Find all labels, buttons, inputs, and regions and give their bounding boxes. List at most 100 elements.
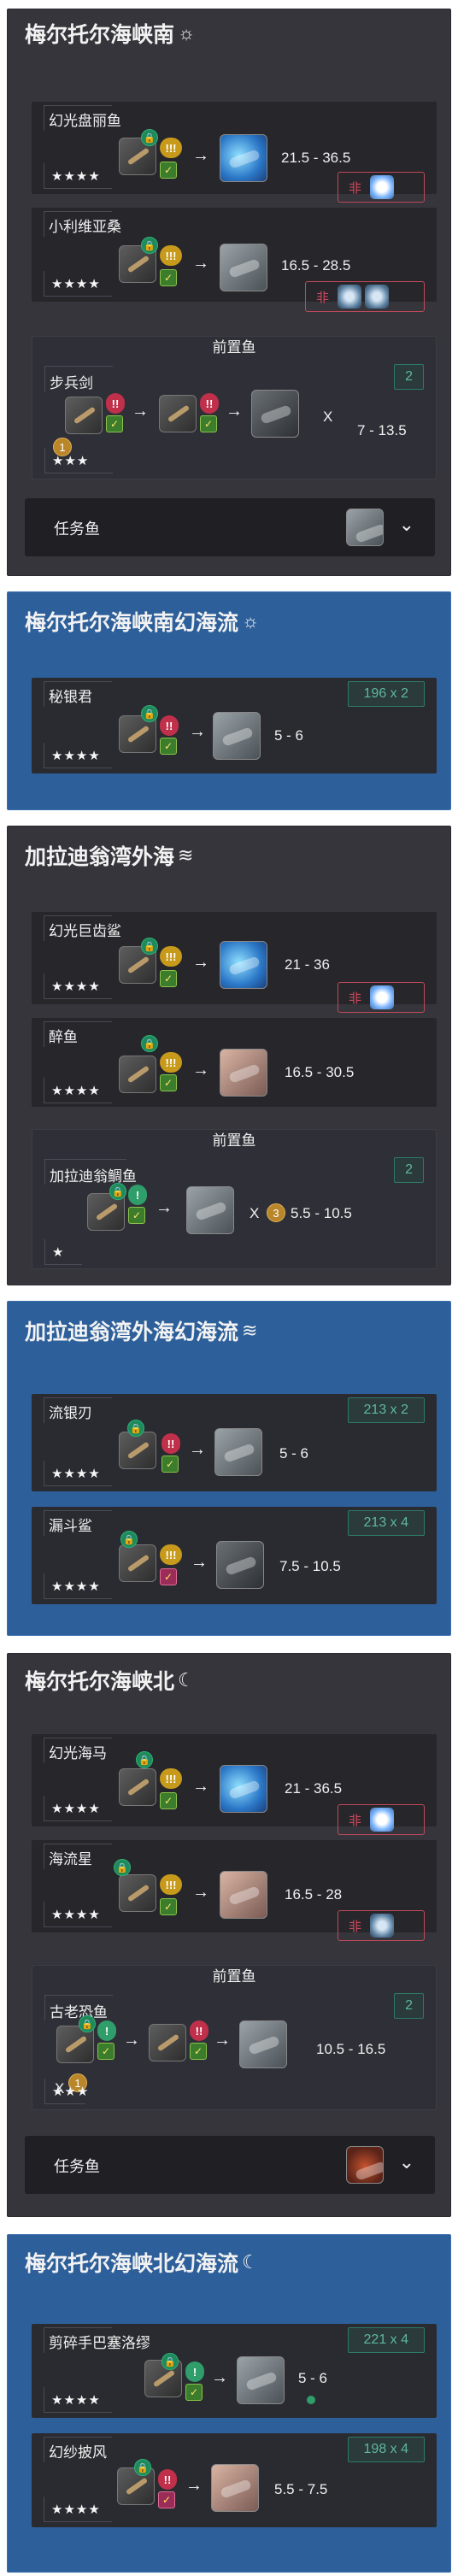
fish-card[interactable]: 幻光盘丽鱼 ★★★★ 🔒 !!! ✓ → 21.5 - 36.5 非 — [32, 102, 437, 203]
arrow-icon: → — [192, 146, 209, 165]
lock-icon: 🔒 — [141, 938, 158, 955]
bite-time-range: 10.5 - 16.5 — [316, 2041, 386, 2057]
task-fish-row[interactable]: 任务鱼 ⌄ — [25, 2136, 435, 2194]
fish-stars: ★★★★ — [44, 1902, 112, 1927]
fish-card[interactable]: 221 x 4 剪碎手巴塞洛缪 ★★★★ 🔒 ! ✓ → 5 - 6 — [32, 2324, 437, 2418]
section-title-text: 梅尔托尔海峡南幻海流 — [25, 611, 239, 635]
fish-stars: ★★★★ — [44, 973, 112, 999]
fish-name: 海流星 — [49, 1851, 92, 1867]
weather-condition[interactable]: 非 — [305, 281, 425, 312]
lock-icon: 🔒 — [109, 1183, 126, 1200]
task-fish-row[interactable]: 任务鱼 ⌄ — [25, 498, 435, 556]
tug-icon: !!! — [160, 1768, 182, 1789]
chevron-down-icon[interactable]: ⌄ — [399, 514, 414, 536]
bite-time-range: 5.5 - 7.5 — [274, 2481, 328, 2497]
fish-card[interactable]: 213 x 2 流银刃 ★★★★ 🔒 !! ✓ → 5 - 6 — [32, 1394, 437, 1491]
fish-card[interactable]: 198 x 4 幻纱披风 ★★★★ 🔒 !! ✓ → 5.5 - 7.5 — [32, 2433, 437, 2527]
fish-name: 幻光巨齿鲨 — [49, 923, 121, 939]
fish-stars: ★★★★ — [44, 1461, 112, 1486]
task-label: 任务鱼 — [54, 520, 100, 538]
fish-image — [216, 1541, 264, 1589]
storm-weather-icon — [370, 1914, 395, 1938]
clear-weather-icon — [370, 1808, 395, 1832]
hook-icon: ✓ — [160, 970, 177, 987]
fish-name: 古老恐鱼 — [50, 2004, 108, 2020]
weather-condition[interactable]: 非 — [338, 1910, 425, 1941]
weather-condition[interactable]: 非 — [338, 172, 425, 203]
fish-image — [186, 1186, 234, 1234]
fish-card[interactable]: 213 x 4 漏斗鲨 ★★★★ 🔒 !!! ✓ → 7.5 - 10.5 — [32, 1507, 437, 1604]
arrow-icon: → — [189, 722, 206, 741]
arrow-icon: → — [192, 254, 209, 273]
not-label: 非 — [349, 1919, 362, 1934]
section-galadion-bay-spectral: 加拉迪翁湾外海幻海流 ≋ 213 x 2 流银刃 ★★★★ 🔒 !! ✓ → 5… — [7, 1301, 451, 1636]
tug-icon: ! — [185, 2361, 204, 2382]
section-merlthor-south: 梅尔托尔海峡南 ☼ 幻光盘丽鱼 ★★★★ 🔒 !!! ✓ → 21.5 - 36… — [7, 9, 451, 576]
arrow-icon: → — [226, 402, 243, 421]
fish-card[interactable]: 幻光巨齿鲨 ★★★★ 🔒 !!! ✓ → 21 - 36 非 — [32, 912, 437, 1013]
weather-condition[interactable]: 非 — [338, 1804, 425, 1835]
fish-image — [214, 1428, 262, 1476]
bait-icon — [119, 1768, 156, 1806]
section-title: 梅尔托尔海峡南 ☼ — [8, 9, 450, 57]
lock-icon: 🔒 — [114, 1859, 131, 1876]
bite-time-range: 21.5 - 36.5 — [281, 150, 351, 166]
tug-icon: !! — [160, 715, 179, 736]
arrow-icon: → — [192, 1777, 209, 1796]
multiplier-x: X — [250, 1205, 260, 1221]
fish-card[interactable]: 醉鱼 ★★★★ 🔒 !!! ✓ → 16.5 - 30.5 — [32, 1018, 437, 1107]
arrow-icon: → — [192, 1883, 209, 1902]
tug-icon: !! — [158, 2469, 177, 2490]
coin-icon: 3 — [267, 1203, 285, 1222]
arrow-icon: → — [211, 2368, 228, 2387]
lock-icon: 🔒 — [127, 1420, 144, 1437]
chevron-down-icon[interactable]: ⌄ — [399, 2151, 414, 2173]
fog-icon: ≋ — [178, 844, 194, 866]
fish-image — [239, 2020, 287, 2068]
fish-card[interactable]: 海流星 ★★★★ 🔒 !!! ✓ → 16.5 - 28 非 — [32, 1840, 437, 1941]
fish-stars: ★★★ — [44, 448, 113, 473]
fish-card[interactable]: 196 x 2 秘银君 ★★★★ 🔒 !! ✓ → 5 - 6 — [32, 678, 437, 773]
section-galadion-bay: 加拉迪翁湾外海 ≋ 幻光巨齿鲨 ★★★★ 🔒 !!! ✓ → 21 - 36 非… — [7, 826, 451, 1285]
bite-time-range: 16.5 - 28 — [285, 1886, 343, 1903]
fish-image — [220, 1871, 267, 1919]
fish-stars: ★★★★ — [44, 743, 112, 768]
fish-name: 漏斗鲨 — [49, 1518, 92, 1534]
hook-icon: ✓ — [161, 1456, 179, 1473]
fish-image — [220, 1765, 267, 1813]
status-dot — [307, 2396, 315, 2404]
fish-image — [213, 712, 261, 760]
section-merlthor-north: 梅尔托尔海峡北 ☾ 幻光海马 ★★★★ 🔒 !!! ✓ → 21 - 36.5 … — [7, 1653, 451, 2217]
bite-time-range: 7.5 - 10.5 — [279, 1558, 341, 1574]
fish-image — [251, 390, 299, 438]
prerequisite-card[interactable]: 前置鱼 2 步兵剑 !! ✓ → !! ✓ → X 7 - 13.5 1 ★★★ — [32, 336, 437, 479]
fish-image — [220, 134, 267, 182]
prerequisite-card[interactable]: 前置鱼 2 加拉迪翁鲷鱼 🔒 ! ✓ → X 3 5.5 - 10.5 ★ — [32, 1129, 437, 1269]
tug-icon: !!! — [160, 1052, 182, 1073]
hook-icon: ✓ — [160, 1568, 177, 1585]
not-label: 非 — [316, 290, 330, 305]
hook-icon: ✓ — [190, 2043, 207, 2060]
fish-card[interactable]: 小利维亚桑 ★★★★ 🔒 !!! ✓ → 16.5 - 28.5 非 — [32, 208, 437, 312]
bait-icon — [119, 1544, 156, 1582]
task-label: 任务鱼 — [54, 2158, 100, 2175]
weather-condition[interactable]: 非 — [338, 982, 425, 1013]
fish-card[interactable]: 幻光海马 ★★★★ 🔒 !!! ✓ → 21 - 36.5 非 — [32, 1734, 437, 1835]
prerequisite-card[interactable]: 前置鱼 2 古老恐鱼 🔒 ! ✓ → !! ✓ → 10.5 - 16.5 X … — [32, 1965, 437, 2110]
hook-icon: ✓ — [106, 415, 123, 432]
tug-icon: !!! — [160, 1544, 182, 1565]
tug-icon: !!! — [160, 245, 182, 266]
fish-name: 小利维亚桑 — [49, 219, 121, 235]
tug-icon: !!! — [160, 1874, 182, 1895]
moon-icon: ☾ — [242, 2251, 259, 2273]
tug-icon: ! — [97, 2020, 116, 2041]
bait-fish-icon — [159, 395, 197, 432]
sun-icon: ☼ — [242, 610, 260, 632]
bite-time-range: 5.5 - 10.5 — [291, 1205, 352, 1221]
task-fish-image — [346, 2146, 384, 2184]
spot-count: 213 x 2 — [347, 1397, 425, 1423]
hook-icon: ✓ — [128, 1207, 145, 1224]
section-title-text: 加拉迪翁湾外海幻海流 — [25, 1320, 239, 1344]
lock-icon: 🔒 — [120, 1531, 138, 1548]
tug-icon: !! — [190, 2020, 208, 2041]
